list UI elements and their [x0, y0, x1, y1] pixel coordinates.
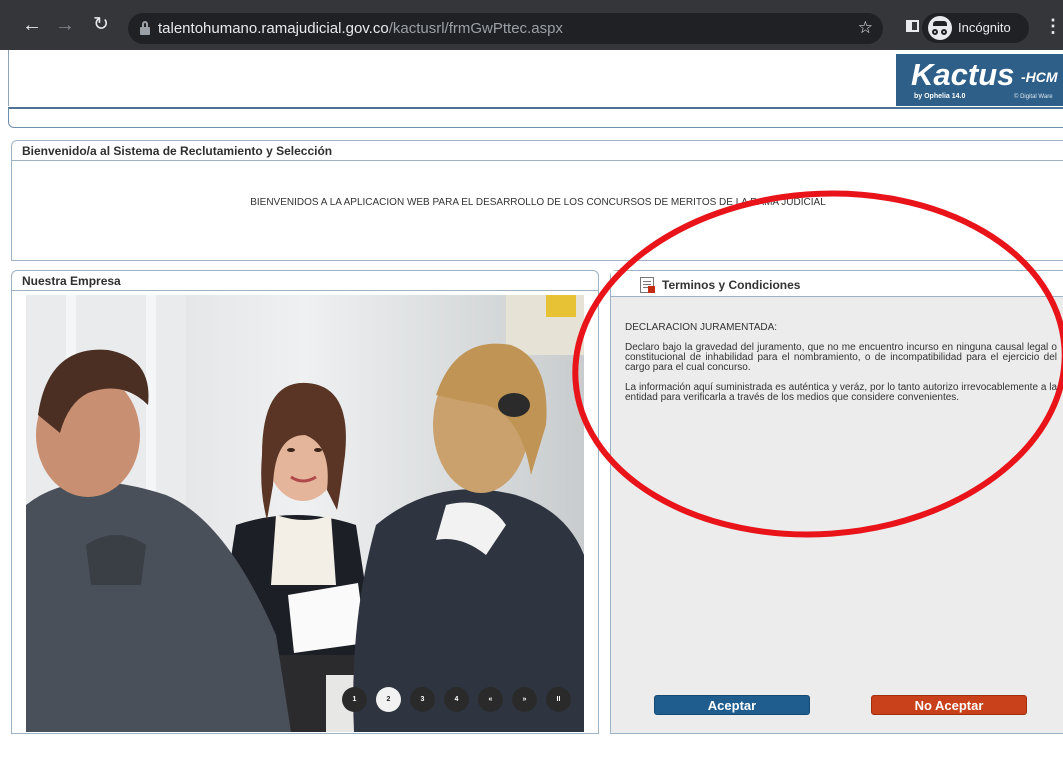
- incognito-indicator[interactable]: Incógnito: [922, 13, 1029, 43]
- welcome-title: Bienvenido/a al Sistema de Reclutamiento…: [12, 141, 1063, 161]
- slider-page-1[interactable]: 1: [342, 687, 367, 712]
- interview-photo: 1 2 3 4 « » II: [26, 295, 584, 732]
- slider-prev-button[interactable]: «: [478, 687, 503, 712]
- terms-paragraph-1: Declaro bajo la gravedad del juramento, …: [625, 342, 1057, 373]
- welcome-message: BIENVENIDOS A LA APLICACION WEB PARA EL …: [250, 197, 826, 208]
- terms-paragraph-2: La información aquí suministrada es auté…: [625, 382, 1057, 403]
- terms-panel: Terminos y Condiciones DECLARACION JURAM…: [610, 270, 1063, 734]
- bookmark-star-icon[interactable]: ☆: [858, 18, 873, 38]
- address-bar[interactable]: talentohumano.ramajudicial.gov.co/kactus…: [128, 13, 883, 44]
- accept-button[interactable]: Aceptar: [654, 695, 810, 715]
- reload-icon[interactable]: ↻: [91, 15, 111, 35]
- header-divider: [8, 107, 1063, 128]
- slider-page-3[interactable]: 3: [410, 687, 435, 712]
- incognito-icon: [928, 16, 952, 40]
- incognito-label: Incógnito: [958, 20, 1011, 35]
- terms-title-text: Terminos y Condiciones: [662, 278, 801, 292]
- side-panel-icon[interactable]: [906, 20, 919, 32]
- url-path: /kactusrl/frmGwPttec.aspx: [388, 20, 563, 37]
- document-icon: [640, 277, 655, 293]
- logo-byline: by Ophelia 14.0: [914, 93, 966, 100]
- lock-icon[interactable]: [140, 21, 150, 35]
- welcome-panel: Bienvenido/a al Sistema de Reclutamiento…: [11, 140, 1063, 261]
- slider-page-2[interactable]: 2: [376, 687, 401, 712]
- page-header: Kactus -HCM by Ophelia 14.0 © Digital Wa…: [8, 50, 1063, 106]
- empresa-panel: Nuestra Empresa 1 2 3 4 « » II: [11, 270, 599, 734]
- page-content: Kactus -HCM by Ophelia 14.0 © Digital Wa…: [0, 50, 1063, 757]
- terms-heading: DECLARACION JURAMENTADA:: [625, 322, 778, 333]
- logo-suffix: -HCM: [1021, 69, 1058, 85]
- decline-button[interactable]: No Aceptar: [871, 695, 1027, 715]
- url-host: talentohumano.ramajudicial.gov.co: [158, 20, 389, 37]
- terms-body: DECLARACION JURAMENTADA: Declaro bajo la…: [625, 323, 1057, 413]
- browser-menu-icon[interactable]: ⋮: [1044, 17, 1062, 35]
- empresa-title: Nuestra Empresa: [12, 271, 598, 291]
- back-arrow-icon[interactable]: ←: [22, 15, 42, 35]
- slider-pause-button[interactable]: II: [546, 687, 571, 712]
- slider-next-button[interactable]: »: [512, 687, 537, 712]
- forward-arrow-icon[interactable]: →: [55, 15, 75, 35]
- terms-title: Terminos y Condiciones: [611, 271, 1063, 297]
- slider-page-4[interactable]: 4: [444, 687, 469, 712]
- interview-scene-image: [26, 295, 584, 732]
- browser-toolbar: ← → ↻ talentohumano.ramajudicial.gov.co/…: [0, 0, 1063, 50]
- kactus-logo: Kactus -HCM by Ophelia 14.0 © Digital Wa…: [896, 54, 1063, 106]
- url-text[interactable]: talentohumano.ramajudicial.gov.co/kactus…: [158, 20, 563, 37]
- logo-vendor: © Digital Ware: [1014, 94, 1053, 100]
- logo-main-text: Kactus: [911, 57, 1015, 92]
